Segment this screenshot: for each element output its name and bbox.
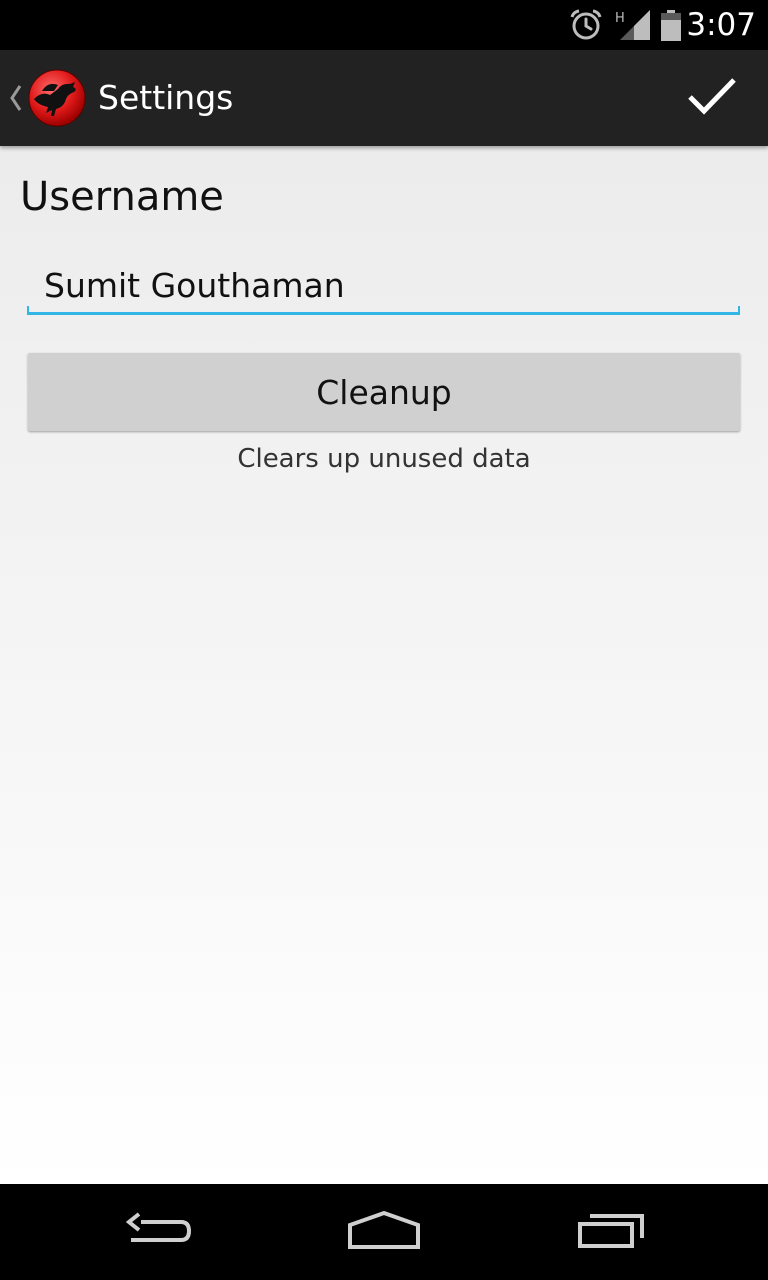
recent-apps-icon <box>574 1210 646 1254</box>
username-field-edge-left <box>27 306 29 315</box>
done-button[interactable] <box>656 50 768 146</box>
network-type-label: H <box>615 11 625 26</box>
chevron-left-icon[interactable] <box>6 80 24 116</box>
signal-icon: H <box>614 0 654 50</box>
action-bar-title: Settings <box>98 78 234 117</box>
alarm-icon <box>569 0 603 50</box>
cleanup-button[interactable]: Cleanup <box>28 353 740 431</box>
back-icon <box>125 1210 195 1254</box>
username-field[interactable] <box>27 256 740 314</box>
username-field-edge-right <box>738 306 740 315</box>
home-button[interactable] <box>304 1184 464 1280</box>
username-label: Username <box>20 174 224 220</box>
cleanup-hint: Clears up unused data <box>237 444 531 474</box>
action-bar: Settings <box>0 50 768 146</box>
raven-logo-icon[interactable] <box>28 69 86 127</box>
recent-apps-button[interactable] <box>530 1184 690 1280</box>
status-clock: 3:07 <box>686 7 756 43</box>
settings-content: Username Cleanup Clears up unused data <box>0 146 768 1184</box>
screen: H 3:07 Settings Username Sumit Gouthaman… <box>0 0 768 1280</box>
username-field-underline <box>27 312 740 315</box>
checkmark-icon <box>687 76 737 120</box>
battery-icon <box>660 0 682 50</box>
home-icon <box>346 1209 422 1255</box>
navigation-bar <box>0 1184 768 1280</box>
status-bar: H 3:07 <box>0 0 768 50</box>
back-button[interactable] <box>80 1184 240 1280</box>
